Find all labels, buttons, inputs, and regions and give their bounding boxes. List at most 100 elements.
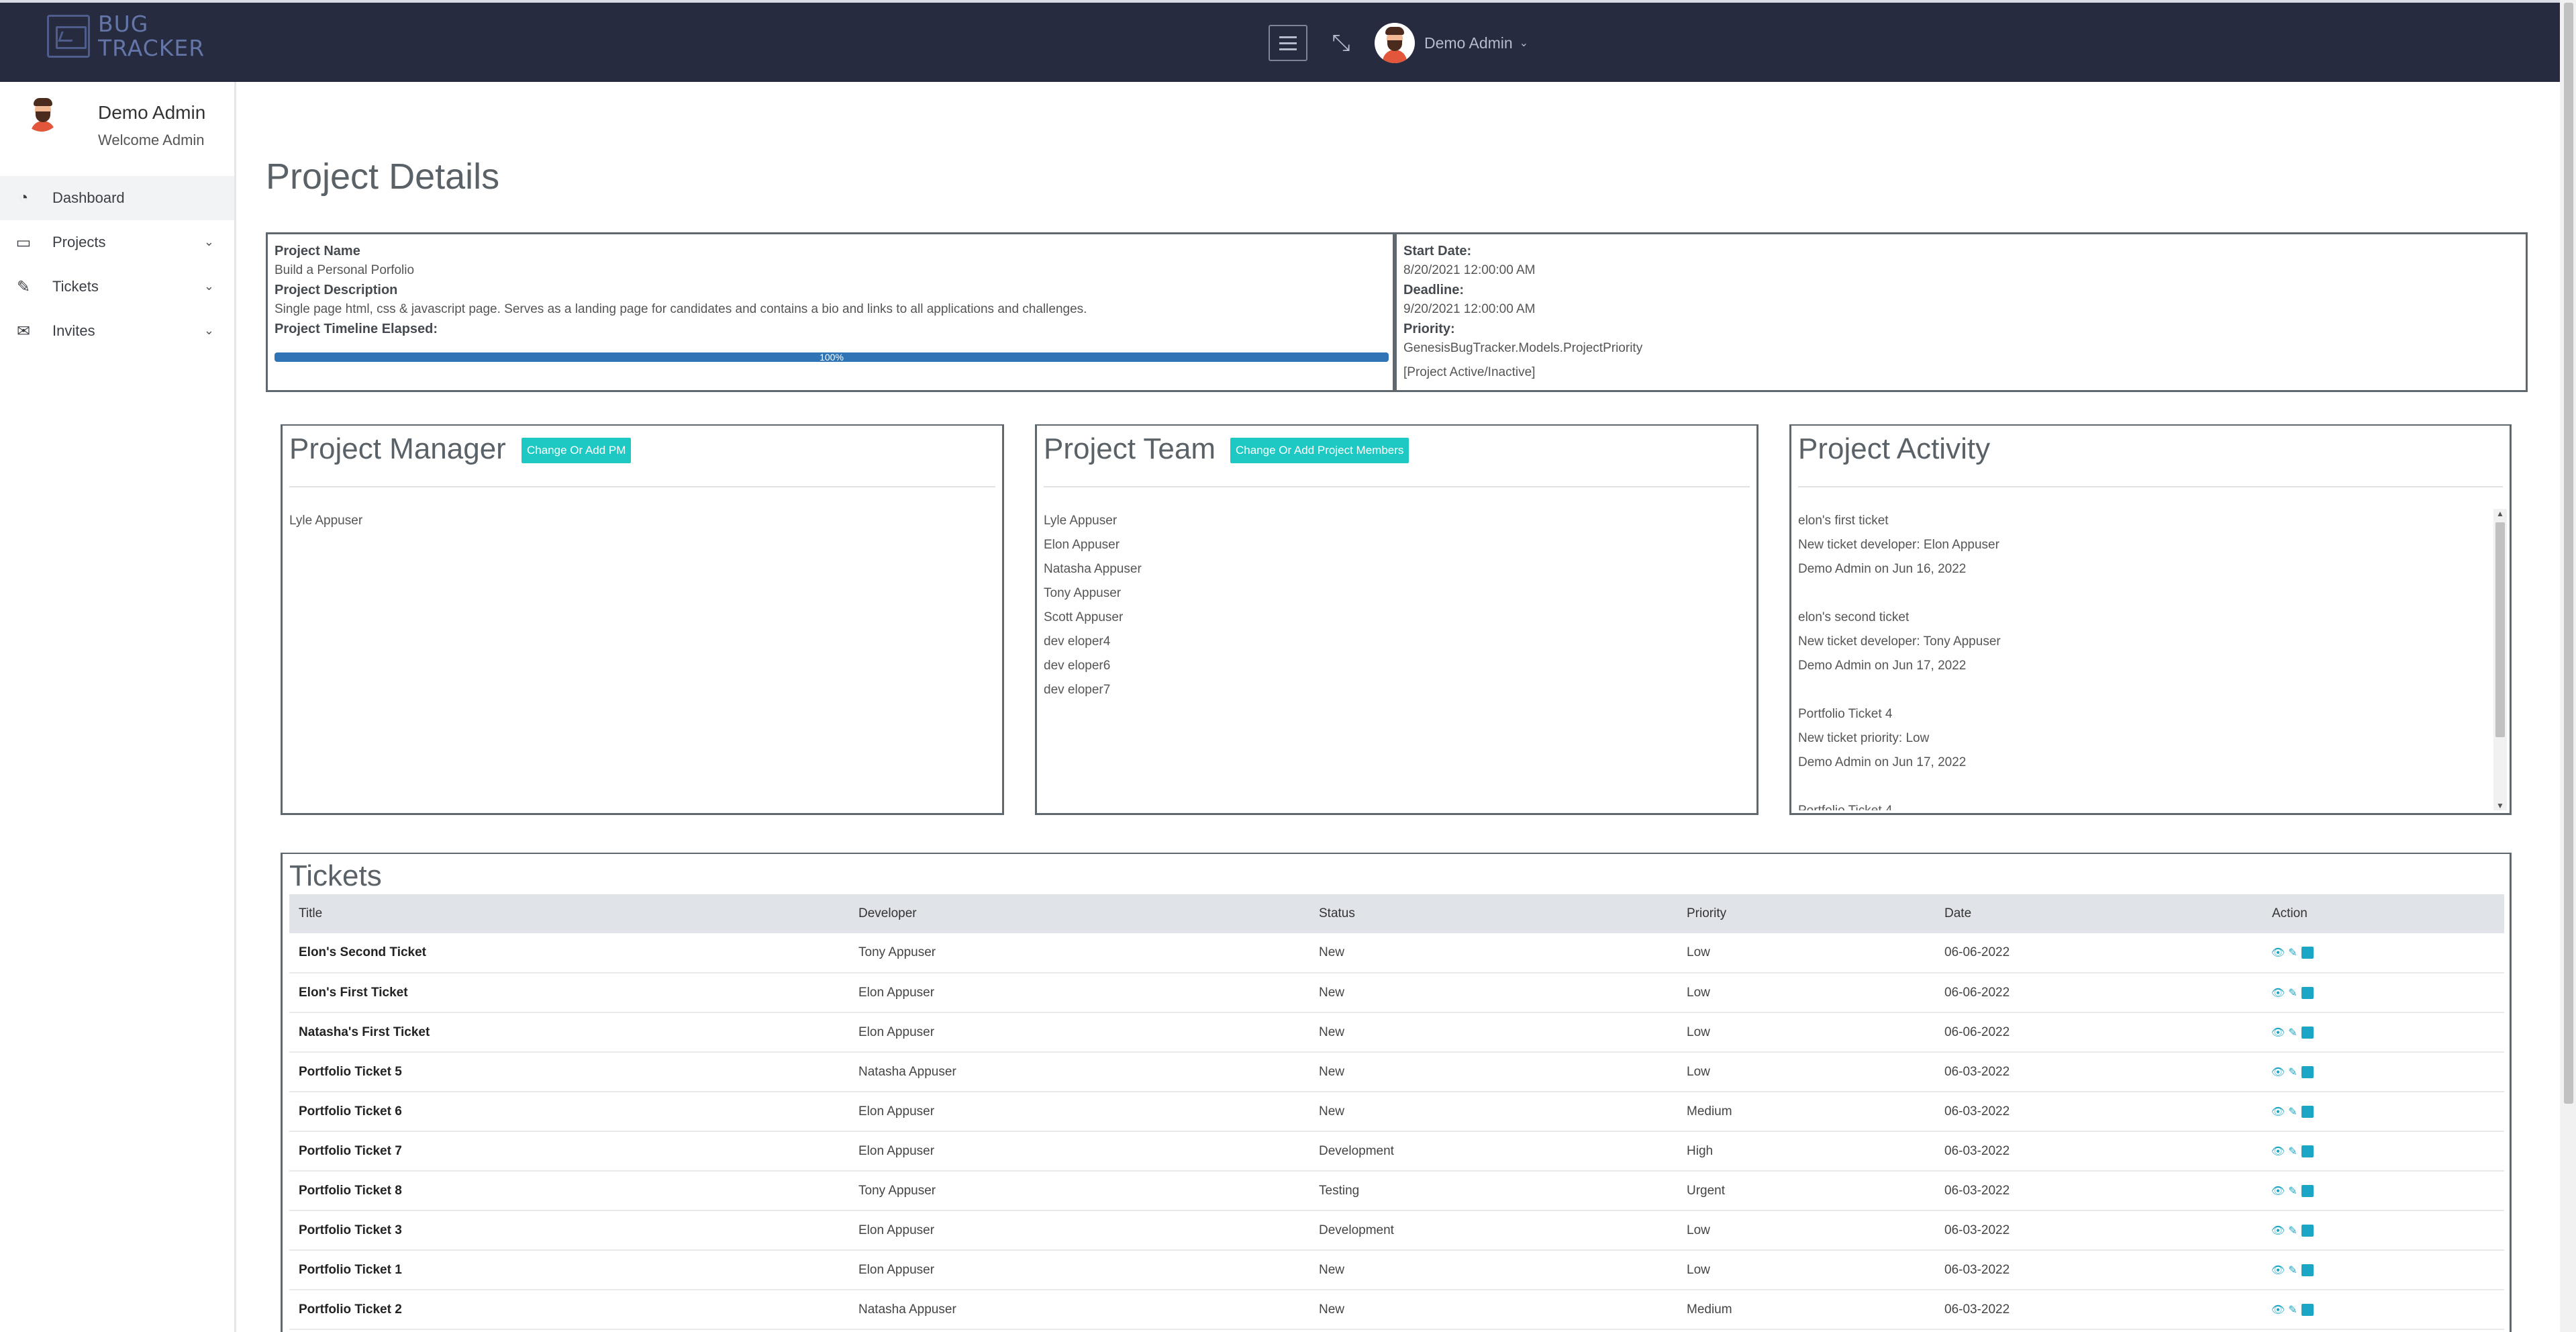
- archive-icon[interactable]: [2301, 1264, 2314, 1276]
- ticket-date: 06-03-2022: [1944, 1143, 2010, 1158]
- hamburger-icon[interactable]: [1269, 25, 1307, 61]
- ticket-title[interactable]: Portfolio Ticket 1: [289, 1250, 849, 1290]
- list-item: Natasha Appuser: [1044, 562, 1142, 576]
- table-row[interactable]: Natasha's First Ticket Elon Appuser New Low…: [289, 1012, 2504, 1052]
- scrollbar-thumb[interactable]: [2495, 522, 2505, 737]
- column-header[interactable]: Status: [1309, 894, 1677, 933]
- app-logo[interactable]: BUG TRACKER: [47, 12, 205, 60]
- ticket-title[interactable]: Portfolio Ticket 3: [289, 1210, 849, 1250]
- activity-change: New ticket developer: Tony Appuser: [1798, 634, 2001, 649]
- ticket-icon: ✎: [16, 277, 31, 296]
- eye-icon[interactable]: 👁: [2271, 1225, 2285, 1237]
- sidebar-item-dashboard[interactable]: ◔ Dashboard: [0, 176, 234, 220]
- table-row[interactable]: Portfolio Ticket 2 Natasha Appuser New Medi…: [289, 1290, 2504, 1329]
- list-item: Lyle Appuser: [289, 514, 363, 528]
- project-info: Project Name Build a Personal Porfolio P…: [266, 232, 1395, 392]
- table-row[interactable]: Portfolio Ticket 7 Elon Appuser Developmen…: [289, 1131, 2504, 1171]
- eye-icon[interactable]: 👁: [2271, 1146, 2285, 1157]
- ticket-title[interactable]: Natasha's First Ticket: [289, 1012, 849, 1052]
- ticket-priority: Low: [1687, 945, 1710, 959]
- table-row[interactable]: Portfolio Ticket 5 Natasha Appuser New Low 0…: [289, 1052, 2504, 1092]
- column-header[interactable]: Developer: [849, 894, 1309, 933]
- activity-feed[interactable]: elon's first ticket New ticket developer…: [1798, 509, 2503, 810]
- ticket-date: 06-03-2022: [1944, 1262, 2010, 1277]
- top-navbar: BUG TRACKER ⤡ Demo Admin ⌄: [0, 0, 2560, 82]
- sidebar-item-tickets[interactable]: ✎ Tickets ⌄: [0, 265, 234, 309]
- change-pm-button[interactable]: Change Or Add PM: [522, 438, 632, 463]
- eye-icon[interactable]: 👁: [2271, 1186, 2285, 1197]
- action-group: 👁 ✎: [2271, 1145, 2504, 1157]
- divider: [1798, 486, 2503, 487]
- profile-welcome: Welcome Admin: [98, 132, 205, 148]
- column-header[interactable]: Date: [1935, 894, 2263, 933]
- manager-list: Lyle Appuser: [289, 509, 362, 533]
- ticket-title[interactable]: Portfolio Ticket 6: [289, 1092, 849, 1131]
- ticket-developer: Elon Appuser: [858, 1104, 935, 1119]
- table-row[interactable]: Portfolio Ticket 3 Elon Appuser Developmen…: [289, 1210, 2504, 1250]
- pencil-icon[interactable]: ✎: [2287, 1106, 2299, 1118]
- column-header[interactable]: Priority: [1677, 894, 1935, 933]
- sidebar-item-projects[interactable]: ▭ Projects ⌄: [0, 220, 234, 265]
- pencil-icon[interactable]: ✎: [2287, 947, 2299, 959]
- eye-icon[interactable]: 👁: [2271, 1027, 2285, 1039]
- project-description-value: Single page html, css & javascript page.…: [275, 302, 1087, 316]
- pencil-icon[interactable]: ✎: [2287, 1304, 2299, 1316]
- fullscreen-icon[interactable]: ⤡: [1321, 25, 1361, 61]
- activity-scrollbar[interactable]: ▲ ▼: [2493, 509, 2507, 810]
- archive-icon[interactable]: [2301, 986, 2314, 999]
- pencil-icon[interactable]: ✎: [2287, 1027, 2299, 1039]
- user-menu[interactable]: Demo Admin ⌄: [1375, 23, 1528, 63]
- pencil-icon[interactable]: ✎: [2287, 988, 2299, 999]
- column-header[interactable]: Title: [289, 894, 849, 933]
- eye-icon[interactable]: 👁: [2271, 947, 2285, 959]
- ticket-title[interactable]: Portfolio Ticket 5: [289, 1052, 849, 1092]
- ticket-title[interactable]: Elon's Second Ticket: [289, 933, 849, 973]
- pencil-icon[interactable]: ✎: [2287, 1225, 2299, 1237]
- pencil-icon[interactable]: ✎: [2287, 1186, 2299, 1197]
- eye-icon[interactable]: 👁: [2271, 988, 2285, 999]
- activity-title: elon's first ticket: [1798, 514, 1889, 528]
- ticket-status: New: [1319, 945, 1345, 959]
- pencil-icon[interactable]: ✎: [2287, 1265, 2299, 1276]
- ticket-title[interactable]: Portfolio Ticket 2: [289, 1290, 849, 1329]
- sidebar-profile: Demo Admin Welcome Admin: [0, 82, 234, 176]
- archive-icon[interactable]: [2301, 1303, 2314, 1316]
- archive-icon[interactable]: [2301, 1224, 2314, 1237]
- archive-icon[interactable]: [2301, 1065, 2314, 1078]
- change-team-button[interactable]: Change Or Add Project Members: [1230, 438, 1409, 463]
- archive-icon[interactable]: [2301, 1184, 2314, 1197]
- table-row[interactable]: Portfolio Ticket 8 Tony Appuser Testing Urg…: [289, 1171, 2504, 1210]
- archive-icon[interactable]: [2301, 1026, 2314, 1039]
- ticket-developer: Elon Appuser: [858, 1223, 935, 1237]
- scrollbar-thumb[interactable]: [2564, 3, 2573, 1104]
- eye-icon[interactable]: 👁: [2271, 1265, 2285, 1276]
- table-row[interactable]: Portfolio Ticket 1 Elon Appuser New Low 06-0…: [289, 1250, 2504, 1290]
- archive-icon[interactable]: [2301, 1105, 2314, 1118]
- pencil-icon[interactable]: ✎: [2287, 1146, 2299, 1157]
- list-item: Tony Appuser: [1044, 586, 1122, 600]
- activity-author: Demo Admin on Jun 17, 2022: [1798, 755, 1967, 769]
- table-row[interactable]: Elon's First Ticket Elon Appuser New Low 06-…: [289, 973, 2504, 1012]
- ticket-status: New: [1319, 1262, 1345, 1277]
- archive-icon[interactable]: [2301, 947, 2314, 959]
- archive-icon[interactable]: [2301, 1145, 2314, 1157]
- list-item: dev eloper6: [1044, 659, 1111, 673]
- ticket-title[interactable]: Portfolio Ticket 7: [289, 1131, 849, 1171]
- ticket-title[interactable]: Portfolio Ticket 8: [289, 1171, 849, 1210]
- page-title: Project Details: [266, 156, 500, 197]
- eye-icon[interactable]: 👁: [2271, 1304, 2285, 1316]
- table-row[interactable]: Portfolio Ticket 6 Elon Appuser New Medium 0…: [289, 1092, 2504, 1131]
- eye-icon[interactable]: 👁: [2271, 1106, 2285, 1118]
- pencil-icon[interactable]: ✎: [2287, 1067, 2299, 1078]
- dashboard-icon: ◔: [18, 189, 29, 207]
- ticket-title[interactable]: Elon's First Ticket: [289, 973, 849, 1012]
- user-name: Demo Admin: [1424, 34, 1513, 52]
- ticket-date: 06-03-2022: [1944, 1104, 2010, 1119]
- sidebar-item-invites[interactable]: ✉ Invites ⌄: [0, 309, 234, 353]
- action-group: 👁 ✎: [2271, 986, 2504, 999]
- page-scrollbar[interactable]: [2560, 0, 2576, 1332]
- table-row[interactable]: Elon's Second Ticket Tony Appuser New Low 06…: [289, 933, 2504, 973]
- scroll-up-icon[interactable]: ▲: [2496, 509, 2504, 518]
- scroll-down-icon[interactable]: ▼: [2496, 801, 2504, 810]
- eye-icon[interactable]: 👁: [2271, 1067, 2285, 1078]
